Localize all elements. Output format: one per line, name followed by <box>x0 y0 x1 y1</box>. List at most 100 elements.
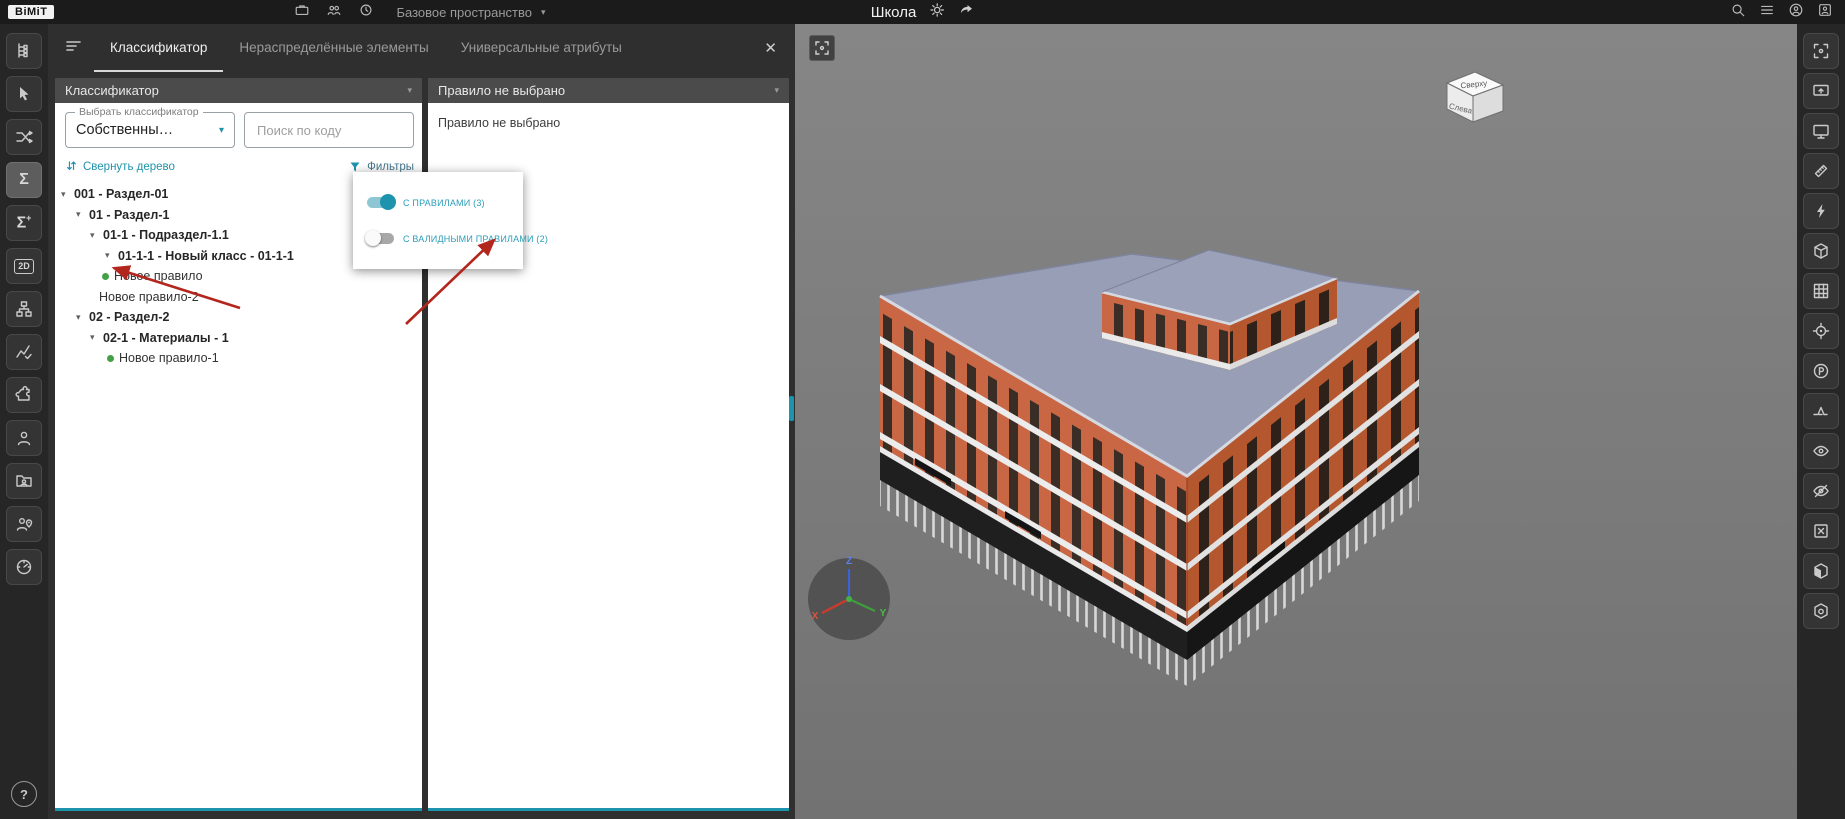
plugins-button[interactable] <box>6 377 42 413</box>
puzzle-icon <box>15 386 30 401</box>
expand-caret-icon[interactable]: ▾ <box>61 189 74 200</box>
select-tool-button[interactable] <box>6 76 42 112</box>
tab-classifier[interactable]: Классификатор <box>94 24 224 72</box>
collapse-tree-link[interactable]: Свернуть дерево <box>65 160 175 173</box>
tree-node[interactable]: ▾ 02 - Раздел-2 <box>55 307 422 328</box>
toggle-valid-rules[interactable] <box>365 230 394 246</box>
code-search-input[interactable] <box>245 113 413 147</box>
section-box-button[interactable] <box>1803 233 1839 269</box>
eye-icon <box>1813 445 1829 457</box>
gauge-icon <box>16 559 32 575</box>
tree-rule[interactable]: Новое правило-2 <box>55 287 422 308</box>
solid-view-button[interactable] <box>1803 553 1839 589</box>
relations-button[interactable] <box>6 119 42 155</box>
tab-unassigned-elements[interactable]: Нераспределённые элементы <box>223 24 444 72</box>
filters-button[interactable]: Фильтры <box>349 161 414 173</box>
classifier-panel: Классификатор Нераспределённые элементы … <box>48 24 795 819</box>
workspace-selector[interactable]: Базовое пространство ▾ <box>396 5 545 20</box>
menu-button[interactable] <box>1759 2 1775 23</box>
right-toolbar <box>1797 24 1845 819</box>
section-box-icon <box>1814 243 1828 259</box>
grid-button[interactable] <box>1803 273 1839 309</box>
section-plane-button[interactable] <box>1803 393 1839 429</box>
expand-caret-icon[interactable]: ▾ <box>105 250 118 261</box>
tree-rule[interactable]: Новое правило <box>55 266 422 287</box>
expand-caret-icon[interactable]: ▾ <box>90 230 103 241</box>
plan-p-icon <box>1813 363 1829 379</box>
classifier-sigma-icon: Σ <box>19 171 29 188</box>
tab-universal-attributes[interactable]: Универсальные атрибуты <box>445 24 638 72</box>
section-plane-icon <box>1813 406 1829 416</box>
plan-mode-button[interactable] <box>1803 353 1839 389</box>
account-button[interactable] <box>1788 2 1804 23</box>
cube-gear-icon <box>1814 603 1828 619</box>
view-2d-button[interactable]: 2D <box>6 248 42 284</box>
panel-splitter-handle[interactable] <box>789 396 794 421</box>
chevron-down-icon: ▾ <box>540 6 546 17</box>
monitor-button[interactable] <box>1803 113 1839 149</box>
sitemap-icon <box>16 301 32 317</box>
building-model[interactable] <box>857 240 1442 695</box>
history-button[interactable] <box>358 2 374 23</box>
expand-caret-icon[interactable]: ▾ <box>76 312 89 323</box>
account-box-icon <box>1819 3 1831 16</box>
gear-icon <box>930 2 945 17</box>
chevron-down-icon: ▾ <box>774 85 779 95</box>
users-button[interactable] <box>6 420 42 456</box>
locate-button[interactable] <box>1803 313 1839 349</box>
expand-caret-icon[interactable]: ▾ <box>76 209 89 220</box>
account-circle-icon <box>1789 3 1803 16</box>
verification-button[interactable] <box>6 334 42 370</box>
list-filter-icon <box>66 40 81 51</box>
toggle-with-rules[interactable] <box>367 194 396 210</box>
fit-view-button[interactable] <box>1803 33 1839 69</box>
rule-section-header[interactable]: Правило не выбрано ▾ <box>428 78 789 103</box>
focus-model-button[interactable] <box>809 35 835 61</box>
viewport-3d[interactable]: Сверху Слева Z X Y <box>795 24 1797 819</box>
clash-button[interactable] <box>1803 193 1839 229</box>
selection-box-button[interactable] <box>1803 513 1839 549</box>
axis-y-label: Y <box>880 608 887 619</box>
settings-button[interactable] <box>929 2 945 23</box>
tree-node[interactable]: ▾ 02-1 - Материалы - 1 <box>55 328 422 349</box>
expand-caret-icon[interactable]: ▾ <box>90 332 103 343</box>
search-icon <box>1732 4 1745 16</box>
classifier-select[interactable]: Выбрать классификатор Собственны… ▾ <box>65 106 235 148</box>
axis-gizmo[interactable]: Z X Y <box>803 552 895 644</box>
shared-folder-button[interactable] <box>6 463 42 499</box>
visibility-off-button[interactable] <box>1803 473 1839 509</box>
dashboard-button[interactable] <box>6 549 42 585</box>
rule-empty-message: Правило не выбрано <box>438 116 561 130</box>
user-location-button[interactable] <box>6 506 42 542</box>
navigation-cube[interactable]: Сверху Слева <box>1435 64 1513 128</box>
classifier-button[interactable]: Σ <box>6 162 42 198</box>
help-button[interactable]: ? <box>11 781 37 807</box>
search-button[interactable] <box>1730 2 1746 23</box>
axis-z-label: Z <box>846 556 852 567</box>
team-button[interactable] <box>326 2 342 23</box>
filter-option-label: С ПРАВИЛАМИ (3) <box>403 197 485 208</box>
close-icon[interactable]: ✕ <box>764 39 777 57</box>
panel-menu-button[interactable] <box>64 36 84 61</box>
tab-label: Нераспределённые элементы <box>239 39 429 55</box>
user-pin-icon <box>16 518 33 531</box>
view-settings-button[interactable] <box>1803 593 1839 629</box>
classifier-plus-button[interactable]: Σ+ <box>6 205 42 241</box>
measure-button[interactable] <box>1803 153 1839 189</box>
model-tree-button[interactable] <box>6 33 42 69</box>
workspace-button[interactable] <box>294 2 310 23</box>
eye-off-icon <box>1813 484 1829 498</box>
fit-view-icon <box>1813 43 1829 59</box>
chevron-down-icon: ▾ <box>218 124 224 136</box>
chart-check-icon <box>16 345 32 360</box>
screen-fit-button[interactable] <box>1803 73 1839 109</box>
grid-icon <box>1813 283 1829 299</box>
structure-button[interactable] <box>6 291 42 327</box>
ruler-icon <box>1814 164 1828 178</box>
classifier-section-header[interactable]: Классификатор ▾ <box>55 78 422 103</box>
share-button[interactable] <box>958 2 974 23</box>
tree-rule[interactable]: Новое правило-1 <box>55 348 422 369</box>
profile-button[interactable] <box>1817 2 1833 23</box>
menu-lines-icon <box>1761 5 1773 14</box>
visibility-button[interactable] <box>1803 433 1839 469</box>
